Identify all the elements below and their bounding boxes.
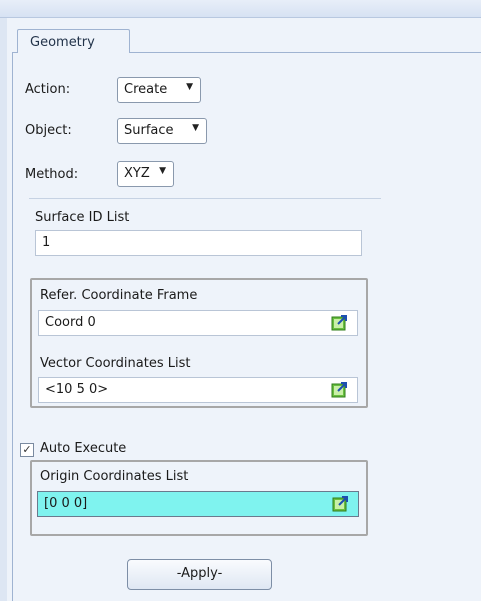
ref-frame-label: Refer. Coordinate Frame <box>40 288 198 303</box>
auto-execute-label: Auto Execute <box>40 441 127 456</box>
tab-geometry[interactable]: Geometry <box>17 29 130 53</box>
select-menu-icon[interactable] <box>331 381 349 398</box>
left-border <box>0 18 7 601</box>
ref-frame-value: Coord 0 <box>45 315 96 330</box>
method-label: Method: <box>25 167 79 182</box>
origin-value: [0 0 0] <box>44 496 88 511</box>
title-bar <box>0 0 481 18</box>
method-value: XYZ <box>124 166 150 181</box>
action-value: Create <box>124 82 168 97</box>
surface-id-label: Surface ID List <box>35 210 130 225</box>
object-value: Surface <box>124 123 174 138</box>
action-dropdown[interactable]: Create ▼ <box>117 77 201 103</box>
chevron-down-icon: ▼ <box>192 123 199 133</box>
select-menu-icon[interactable] <box>331 314 349 331</box>
apply-button[interactable]: -Apply- <box>127 559 272 590</box>
ref-frame-input[interactable]: Coord 0 <box>38 310 358 336</box>
tab-frame-left <box>12 52 13 601</box>
origin-input[interactable]: [0 0 0] <box>37 491 359 517</box>
origin-label: Origin Coordinates List <box>40 469 189 484</box>
object-dropdown[interactable]: Surface ▼ <box>117 118 207 144</box>
auto-execute-checkbox[interactable]: ✓ <box>20 443 34 457</box>
separator <box>29 198 381 199</box>
object-label: Object: <box>25 123 72 138</box>
action-label: Action: <box>25 82 71 97</box>
vector-input[interactable]: <10 5 0> <box>38 377 358 403</box>
vector-label: Vector Coordinates List <box>40 356 191 371</box>
surface-id-input[interactable]: 1 <box>35 230 362 256</box>
vector-value: <10 5 0> <box>45 382 109 397</box>
chevron-down-icon: ▼ <box>159 166 166 176</box>
method-dropdown[interactable]: XYZ ▼ <box>117 161 174 187</box>
chevron-down-icon: ▼ <box>186 82 193 92</box>
select-menu-icon[interactable] <box>332 495 350 512</box>
